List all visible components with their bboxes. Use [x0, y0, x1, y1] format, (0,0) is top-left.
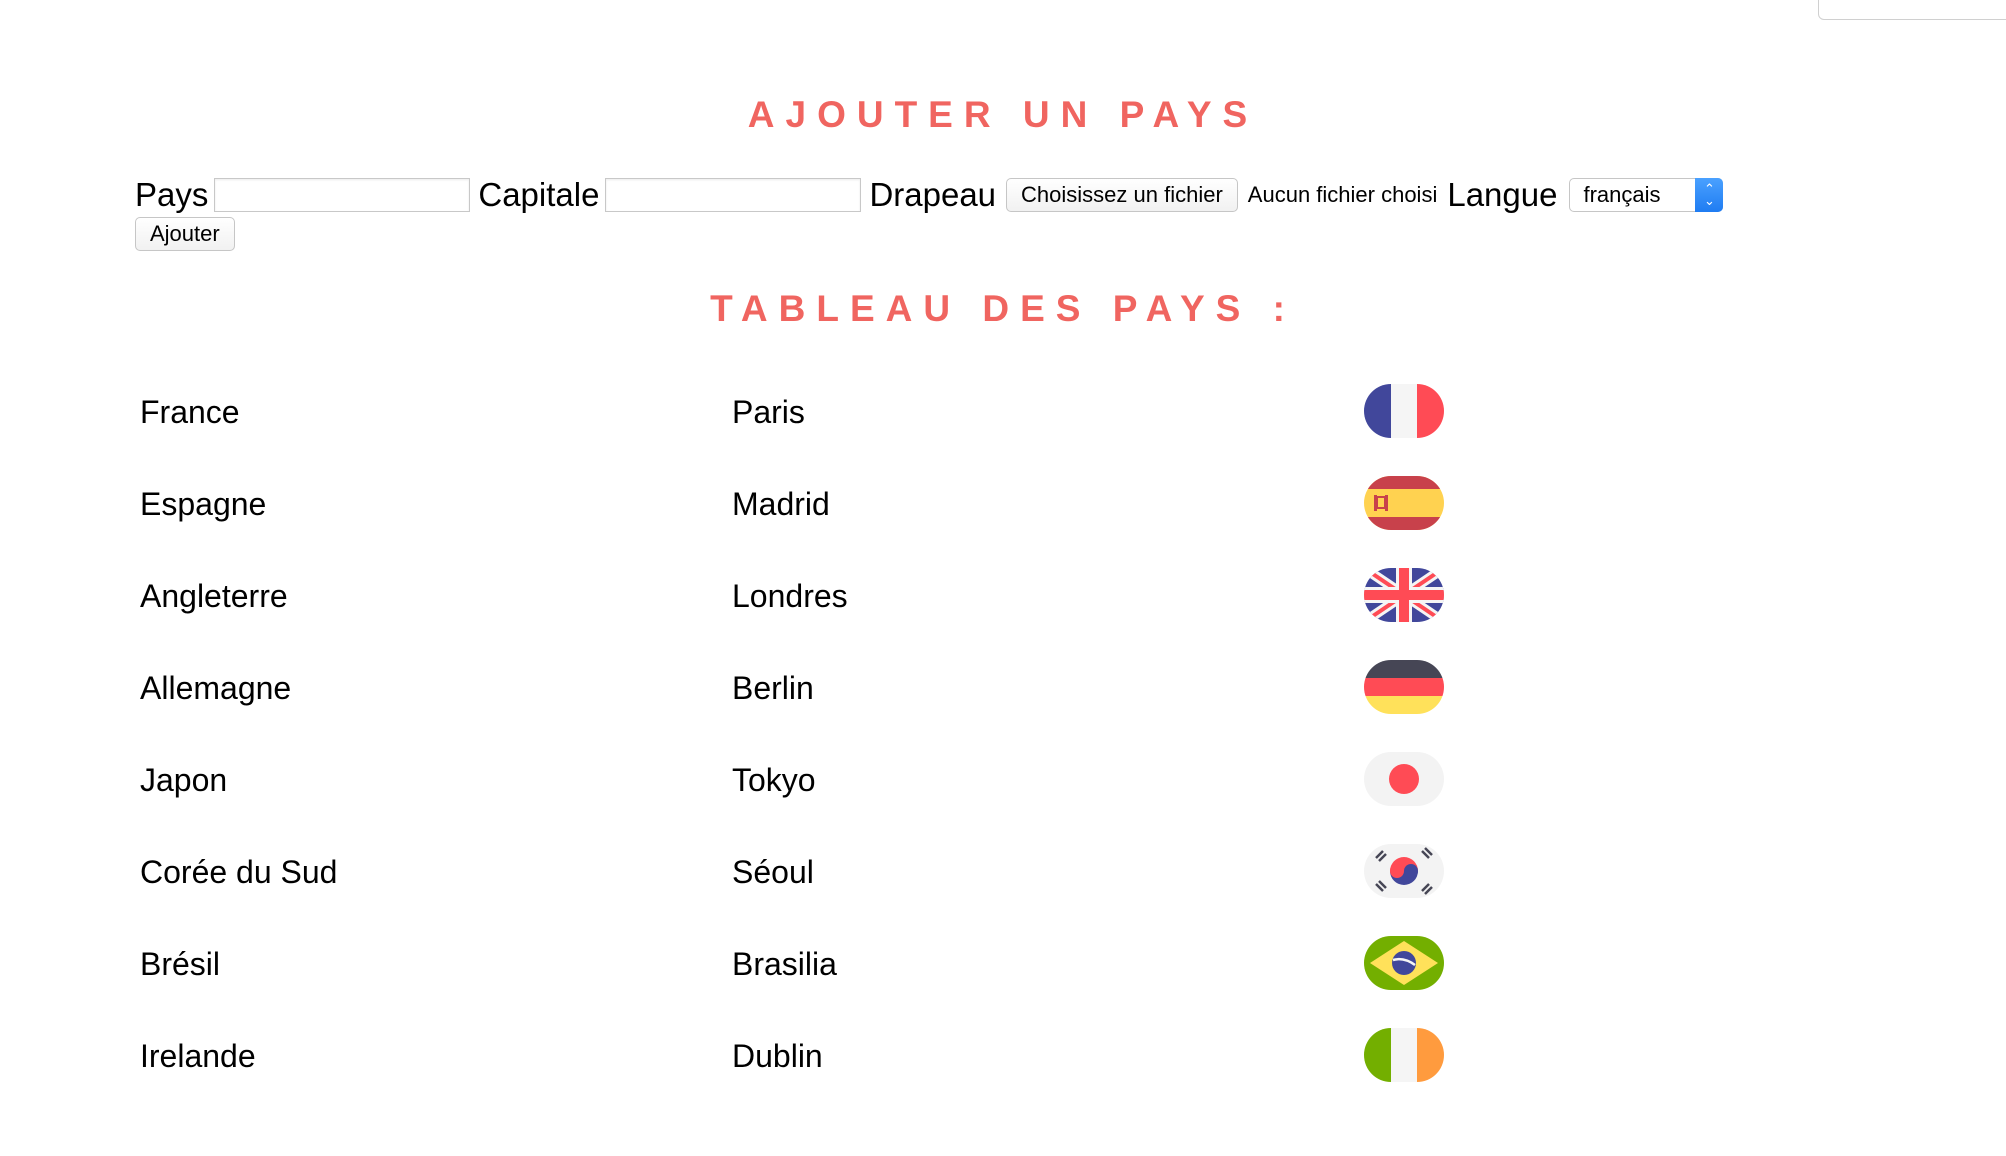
- table-row: Corée du Sud Séoul: [140, 832, 1540, 924]
- country-cell: France: [140, 394, 240, 430]
- country-cell: Japon: [140, 762, 228, 798]
- capital-cell: Madrid: [732, 486, 830, 522]
- choose-file-button[interactable]: Choisissez un fichier: [1006, 178, 1238, 212]
- france-flag-icon: [1364, 384, 1444, 438]
- capital-cell: Tokyo: [732, 762, 816, 798]
- add-country-heading: AJOUTER UN PAYS: [747, 94, 1259, 135]
- country-label: Pays: [135, 176, 209, 213]
- country-cell: Corée du Sud: [140, 854, 338, 890]
- country-cell: Angleterre: [140, 578, 288, 614]
- capital-cell: Dublin: [732, 1038, 823, 1074]
- flag-label: Drapeau: [869, 176, 997, 213]
- japan-flag-icon: [1364, 752, 1444, 806]
- language-selected-value: français: [1583, 182, 1661, 207]
- capital-cell: Séoul: [732, 854, 814, 890]
- capital-cell: Brasilia: [732, 946, 837, 982]
- table-row: Allemagne Berlin: [140, 648, 1540, 740]
- table-row: Angleterre Londres: [140, 556, 1540, 648]
- no-file-text: Aucun fichier choisi: [1247, 182, 1438, 207]
- language-label: Langue: [1447, 176, 1558, 213]
- table-row: Japon Tokyo: [140, 740, 1540, 832]
- table-row: Irelande Dublin: [140, 1016, 1540, 1108]
- country-cell: Allemagne: [140, 670, 292, 706]
- language-select[interactable]: français ⌃ ⌄: [1569, 178, 1724, 212]
- capital-label: Capitale: [478, 176, 600, 213]
- brazil-flag-icon: [1364, 936, 1444, 990]
- country-cell: Brésil: [140, 946, 221, 982]
- table-row: France Paris: [140, 372, 1540, 464]
- south-korea-flag-icon: [1364, 844, 1444, 898]
- capital-cell: Paris: [732, 394, 805, 430]
- table-row: Brésil Brasilia: [140, 924, 1540, 1016]
- top-right-widget: [1818, 0, 2006, 20]
- countries-table-heading: TABLEAU DES PAYS :: [710, 288, 1296, 329]
- chevron-updown-icon[interactable]: ⌃ ⌄: [1695, 178, 1724, 212]
- country-cell: Irelande: [140, 1038, 256, 1074]
- capital-input[interactable]: [605, 178, 862, 212]
- uk-flag-icon: [1364, 568, 1444, 622]
- add-button[interactable]: Ajouter: [135, 217, 235, 251]
- germany-flag-icon: [1364, 660, 1444, 714]
- capital-cell: Berlin: [732, 670, 814, 706]
- ireland-flag-icon: [1364, 1028, 1444, 1082]
- capital-cell: Londres: [732, 578, 848, 614]
- add-country-form: Pays Capitale Drapeau Choisissez un fich…: [135, 172, 1724, 218]
- country-cell: Espagne: [140, 486, 267, 522]
- country-input[interactable]: [214, 178, 471, 212]
- table-row: Espagne Madrid: [140, 464, 1540, 556]
- spain-flag-icon: [1364, 476, 1444, 530]
